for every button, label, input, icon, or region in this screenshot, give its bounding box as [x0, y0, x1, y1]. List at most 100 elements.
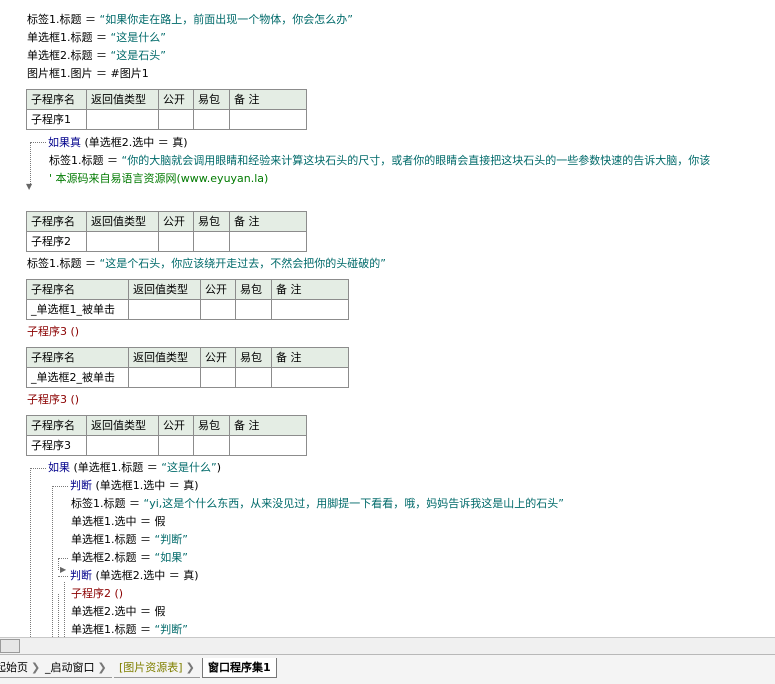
- header-return-type: 返回值类型: [86, 415, 159, 436]
- code-line[interactable]: 判断 (单选框2.选中 ＝ 真): [70, 568, 199, 583]
- return-type-cell[interactable]: [128, 367, 201, 388]
- subroutine-name-cell[interactable]: 子程序1: [26, 109, 87, 130]
- code-line[interactable]: 标签1.标题 ＝ “yi,这是个什么东西，从来没见过，用脚提一下看看，哦，妈妈告…: [71, 496, 564, 511]
- code-line[interactable]: 如果真 (单选框2.选中 ＝ 真): [48, 135, 188, 150]
- code-keyword: 如果真: [48, 136, 81, 149]
- code-line[interactable]: 标签1.标题 ＝ “这是个石头，你应该绕开走过去，不然会把你的头碰破的”: [27, 256, 386, 271]
- header-epackage: 易包: [193, 415, 230, 436]
- remark-cell[interactable]: [229, 109, 307, 130]
- flow-guide-line: [58, 576, 68, 577]
- code-string: “如果”: [154, 551, 188, 564]
- code-line[interactable]: 单选框2.标题 ＝ “这是石头”: [27, 48, 166, 63]
- header-epackage: 易包: [193, 211, 230, 232]
- code-line[interactable]: 单选框1.选中 ＝ 假: [71, 514, 166, 529]
- code-lhs: 标签1.标题 ＝: [27, 13, 100, 26]
- public-cell[interactable]: [158, 231, 194, 252]
- code-call[interactable]: 子程序3 (): [27, 324, 79, 339]
- epackage-cell[interactable]: [193, 231, 230, 252]
- code-call[interactable]: 子程序3 (): [27, 392, 79, 407]
- return-type-cell[interactable]: [86, 435, 159, 456]
- code-line[interactable]: 单选框1.标题 ＝ “判断”: [71, 532, 188, 547]
- header-return-type: 返回值类型: [128, 347, 201, 368]
- code-comment[interactable]: ' 本源码来自易语言资源网(www.eyuyan.la): [49, 171, 268, 186]
- header-name: 子程序名: [26, 89, 87, 110]
- document-tab-bar: 起始页 ❯ _启动窗口 ❯ [图片资源表] ❯ 窗口程序集1: [0, 654, 775, 684]
- subroutine-name-cell[interactable]: 子程序3: [26, 435, 87, 456]
- header-return-type: 返回值类型: [128, 279, 201, 300]
- epackage-cell[interactable]: [193, 435, 230, 456]
- header-epackage: 易包: [235, 347, 272, 368]
- code-editor[interactable]: 标签1.标题 ＝ “如果你走在路上，前面出现一个物体，你会怎么办” 单选框1.标…: [0, 0, 775, 637]
- code-line[interactable]: 单选框1.标题 ＝ “这是什么”: [27, 30, 166, 45]
- return-type-cell[interactable]: [86, 231, 159, 252]
- subroutine-table-2: 子程序名 返回值类型 公开 易包 备 注 子程序2: [26, 211, 307, 252]
- epackage-cell[interactable]: [235, 367, 272, 388]
- tab-start-page[interactable]: 起始页 ❯: [0, 658, 46, 678]
- tab-image-resources[interactable]: [图片资源表] ❯: [114, 658, 200, 678]
- subroutine-name-cell[interactable]: _单选框1_被单击: [26, 299, 129, 320]
- code-lhs: 标签1.标题 ＝: [49, 154, 122, 167]
- code-keyword: 如果: [48, 461, 70, 474]
- code-string: “如果你走在路上，前面出现一个物体，你会怎么办”: [99, 13, 353, 26]
- header-return-type: 返回值类型: [86, 89, 159, 110]
- code-line[interactable]: 判断 (单选框1.选中 ＝ 真): [70, 478, 199, 493]
- flow-guide-line: [30, 142, 31, 184]
- tab-label: [图片资源表]: [119, 661, 183, 674]
- subroutine-name-cell[interactable]: 子程序2: [26, 231, 87, 252]
- return-type-cell[interactable]: [86, 109, 159, 130]
- horizontal-scrollbar[interactable]: [0, 637, 775, 655]
- public-cell[interactable]: [158, 435, 194, 456]
- header-public: 公开: [200, 347, 236, 368]
- code-line[interactable]: 图片框1.图片 ＝ #图片1: [27, 66, 149, 81]
- remark-cell[interactable]: [271, 367, 349, 388]
- header-epackage: 易包: [193, 89, 230, 110]
- tab-separator: ❯: [31, 661, 41, 674]
- remark-cell[interactable]: [229, 435, 307, 456]
- code-lhs: 单选框2.标题 ＝: [27, 49, 111, 62]
- public-cell[interactable]: [158, 109, 194, 130]
- code-line[interactable]: 标签1.标题 ＝ “如果你走在路上，前面出现一个物体，你会怎么办”: [27, 12, 353, 27]
- tab-label: 起始页: [0, 661, 28, 674]
- code-line[interactable]: 单选框2.标题 ＝ “如果”: [71, 550, 188, 565]
- code-string: “这是什么”: [110, 31, 166, 44]
- code-line[interactable]: 如果 (单选框1.标题 ＝ “这是什么”): [48, 460, 221, 475]
- flow-guide-line: [58, 594, 59, 637]
- header-remark: 备 注: [229, 89, 307, 110]
- code-line[interactable]: 标签1.标题 ＝ “你的大脑就会调用眼睛和经验来计算这块石头的尺寸，或者你的眼睛…: [49, 153, 710, 168]
- flow-guide-line: [58, 558, 59, 570]
- header-return-type: 返回值类型: [86, 211, 159, 232]
- code-string: “这是什么”: [161, 461, 217, 474]
- header-public: 公开: [200, 279, 236, 300]
- code-line[interactable]: 单选框2.选中 ＝ 假: [71, 604, 166, 619]
- return-type-cell[interactable]: [128, 299, 201, 320]
- flow-guide-line: [52, 486, 53, 637]
- public-cell[interactable]: [200, 299, 236, 320]
- header-remark: 备 注: [271, 347, 349, 368]
- code-lhs: 标签1.标题 ＝: [27, 257, 100, 270]
- flow-guide-line: [30, 142, 46, 143]
- header-remark: 备 注: [271, 279, 349, 300]
- epackage-cell[interactable]: [235, 299, 272, 320]
- code-lhs: 标签1.标题 ＝: [71, 497, 144, 510]
- header-public: 公开: [158, 89, 194, 110]
- code-call[interactable]: 子程序2 (): [71, 586, 123, 601]
- tab-separator: ❯: [97, 661, 107, 674]
- subroutine-name-cell[interactable]: _单选框2_被单击: [26, 367, 129, 388]
- code-string: “判断”: [154, 533, 188, 546]
- scrollbar-thumb[interactable]: [0, 639, 20, 653]
- code-string: “这是石头”: [110, 49, 166, 62]
- code-keyword: 判断: [70, 569, 92, 582]
- tab-startup-window[interactable]: _启动窗口 ❯: [40, 658, 112, 678]
- public-cell[interactable]: [200, 367, 236, 388]
- code-condition: (单选框1.选中 ＝ 真): [92, 479, 199, 492]
- tab-label: _启动窗口: [45, 661, 95, 674]
- epackage-cell[interactable]: [193, 109, 230, 130]
- tab-label: 窗口程序集1: [208, 661, 271, 674]
- remark-cell[interactable]: [271, 299, 349, 320]
- code-condition: (单选框1.标题 ＝: [70, 461, 162, 474]
- tab-window-assembly[interactable]: 窗口程序集1: [202, 658, 277, 678]
- remark-cell[interactable]: [229, 231, 307, 252]
- code-condition: (单选框2.选中 ＝ 真): [81, 136, 188, 149]
- code-line[interactable]: 单选框1.标题 ＝ “判断”: [71, 622, 188, 637]
- tab-separator: ❯: [185, 661, 195, 674]
